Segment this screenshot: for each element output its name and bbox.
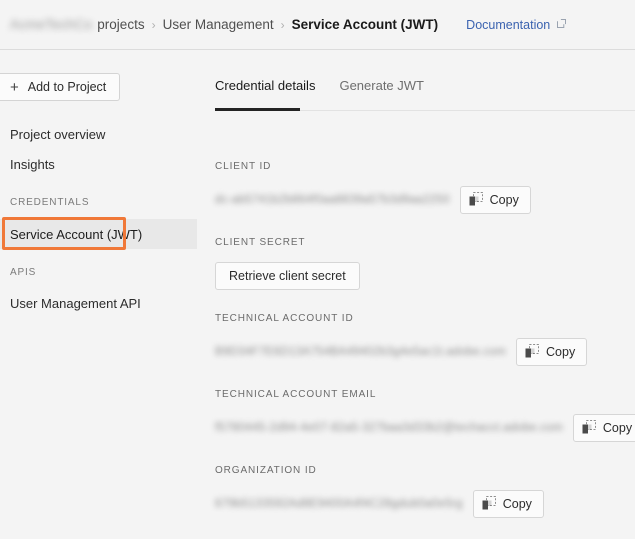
field-organization-id: ORGANIZATION ID 679b5133592Ad8E9400A4f4C… [215,465,635,518]
sidebar-heading-apis: APIS [10,267,37,278]
copy-client-id-label: Copy [489,193,519,207]
sidebar-item-project-overview[interactable]: Project overview [10,127,105,142]
copy-icon [482,495,496,513]
client-id-value: dc-ab5741b2b864f0aa8839a57b3d9aa2250 [215,194,450,206]
field-row-organization-id: 679b5133592Ad8E9400A4f4C28gdub0a0e5rg Co… [215,490,635,518]
retrieve-client-secret-label: Retrieve client secret [229,269,346,283]
copy-technical-account-id-button[interactable]: Copy [516,338,588,366]
field-label-technical-account-id: TECHNICAL ACCOUNT ID [215,313,354,324]
breadcrumb-separator-2: › [280,17,285,32]
tab-bar: Credential details Generate JWT [197,78,635,111]
breadcrumb-projects-link[interactable]: projects [97,17,144,32]
copy-technical-account-email-button[interactable]: Copy [572,414,635,442]
service-account-credentials-page: AcmeTechCo projects › User Management › … [0,0,635,539]
technical-account-email-value: f5780445-2d94-4e07-82a5-327baa3d33b2@tec… [215,422,563,434]
breadcrumb-user-management-link[interactable]: User Management [163,17,274,32]
field-client-id: CLIENT ID dc-ab5741b2b864f0aa8839a57b3d9… [215,161,635,214]
breadcrumb-separator-1: › [151,17,156,32]
sidebar-item-service-account-label[interactable]: Service Account (JWT) [10,227,142,242]
field-row-client-id: dc-ab5741b2b864f0aa8839a57b3d9aa2250 Cop… [215,186,635,214]
sidebar: + Add to Project Project overview Insigh… [0,51,197,539]
breadcrumb-current-page: Service Account (JWT) [291,17,439,32]
documentation-label: Documentation [466,17,551,32]
plus-icon: + [10,78,19,96]
sidebar-heading-credentials: CREDENTIALS [10,197,90,208]
sidebar-item-user-management-api[interactable]: User Management API [10,296,141,311]
tab-credential-details[interactable]: Credential details [215,78,315,103]
field-client-secret: CLIENT SECRET Retrieve client secret [215,237,635,290]
main-content: Credential details Generate JWT CLIENT I… [197,51,635,539]
copy-icon [525,343,540,361]
field-label-organization-id: ORGANIZATION ID [215,465,317,476]
active-tab-underline [215,108,300,111]
add-to-project-button[interactable]: + Add to Project [0,73,121,101]
sidebar-item-insights[interactable]: Insights [10,157,55,172]
copy-technical-account-id-label: Copy [546,345,576,359]
breadcrumb-org-redacted: AcmeTechCo [10,17,93,32]
field-technical-account-id: TECHNICAL ACCOUNT ID B9D34F7E6D13A754BA4… [215,313,635,366]
add-to-project-label: Add to Project [27,80,107,94]
retrieve-client-secret-button[interactable]: Retrieve client secret [215,262,360,290]
copy-organization-id-button[interactable]: Copy [472,490,544,518]
technical-account-id-value: B9D34F7E6D13A754BA49402b3g4e5ac1t.adobe.… [215,346,507,358]
field-label-technical-account-email: TECHNICAL ACCOUNT EMAIL [215,389,377,400]
field-row-technical-account-id: B9D34F7E6D13A754BA49402b3g4e5ac1t.adobe.… [215,338,635,366]
field-technical-account-email: TECHNICAL ACCOUNT EMAIL f5780445-2d94-4e… [215,389,635,442]
documentation-link[interactable]: Documentation [466,18,567,32]
organization-id-value: 679b5133592Ad8E9400A4f4C28gdub0a0e5rg [215,498,463,510]
tab-generate-jwt[interactable]: Generate JWT [339,78,424,103]
field-row-technical-account-email: f5780445-2d94-4e07-82a5-327baa3d33b2@tec… [215,414,635,442]
copy-client-id-button[interactable]: Copy [459,186,531,214]
breadcrumb: AcmeTechCo projects › User Management › … [0,0,635,50]
copy-icon [469,191,483,209]
field-row-client-secret: Retrieve client secret [215,262,635,290]
field-label-client-secret: CLIENT SECRET [215,237,306,248]
copy-technical-account-email-label: Copy [602,421,633,435]
copy-organization-id-label: Copy [502,497,532,511]
external-link-icon [556,18,567,32]
field-label-client-id: CLIENT ID [215,161,272,172]
copy-icon [582,419,596,437]
